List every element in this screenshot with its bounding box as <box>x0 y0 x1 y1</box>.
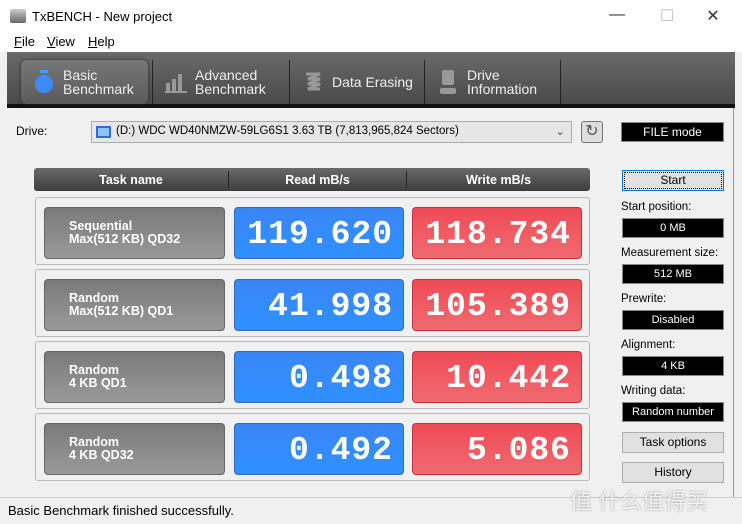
prewrite-label: Prewrite: <box>621 293 667 305</box>
measurement-size-field[interactable]: 512 MB <box>622 264 724 284</box>
toolbar: Basic Benchmark Advanced Benchmark Data Er… <box>7 52 735 108</box>
tab-drive-information[interactable]: Drive Information <box>425 60 560 104</box>
chevron-down-icon: ⌄ <box>555 126 565 138</box>
task-button[interactable]: Random 4 KB QD32 <box>44 423 225 475</box>
title-bar: TxBENCH - New project — ☐ ✕ <box>0 0 742 32</box>
app-icon <box>10 9 26 23</box>
header-write: Write mB/s <box>465 173 532 187</box>
menu-help[interactable]: Help <box>88 34 115 49</box>
start-position-field[interactable]: 0 MB <box>622 218 724 238</box>
header-read: Read mB/s <box>285 173 350 187</box>
task-button[interactable]: Random 4 KB QD1 <box>44 351 225 403</box>
write-value: 118.734 <box>412 207 582 259</box>
writing-data-field[interactable]: Random number <box>622 402 724 422</box>
tab-basic-benchmark[interactable]: Basic Benchmark <box>21 60 148 104</box>
alignment-field[interactable]: 4 KB <box>622 356 724 376</box>
read-value: 0.492 <box>234 423 404 475</box>
refresh-icon: ↻ <box>585 123 599 140</box>
task-button[interactable]: Random Max(512 KB) QD1 <box>44 279 225 331</box>
bar-chart-icon <box>165 69 187 95</box>
drive-icon <box>96 126 111 138</box>
read-value: 119.620 <box>234 207 404 259</box>
write-value: 5.086 <box>412 423 582 475</box>
header-task-name: Task name <box>99 173 163 187</box>
drive-label: Drive: <box>16 124 48 138</box>
tab-advanced-benchmark[interactable]: Advanced Benchmark <box>153 60 288 104</box>
eraser-icon <box>302 69 324 95</box>
menu-bar: File View Help <box>0 32 742 52</box>
drive-select[interactable]: (D:) WDC WD40NMZW-59LG6S1 3.63 TB (7,813… <box>91 121 572 143</box>
minimize-button[interactable]: — <box>602 6 632 26</box>
tab-data-erasing[interactable]: Data Erasing <box>290 60 423 104</box>
history-button[interactable]: History <box>622 462 724 483</box>
table-header: Task name Read mB/s Write mB/s <box>34 168 590 191</box>
mode-indicator: FILE mode <box>621 122 724 142</box>
menu-view[interactable]: View <box>47 34 75 49</box>
maximize-button[interactable]: ☐ <box>652 6 682 26</box>
task-button[interactable]: Sequential Max(512 KB) QD32 <box>44 207 225 259</box>
table-row: Random Max(512 KB) QD1 41.998 105.389 <box>35 269 590 337</box>
window-title: TxBENCH - New project <box>32 9 173 24</box>
measurement-size-label: Measurement size: <box>621 247 719 259</box>
drive-value: (D:) WDC WD40NMZW-59LG6S1 3.63 TB (7,813… <box>116 125 459 137</box>
alignment-label: Alignment: <box>621 339 676 351</box>
refresh-button[interactable]: ↻ <box>581 121 603 143</box>
close-button[interactable]: ✕ <box>698 6 728 26</box>
start-position-label: Start position: <box>621 201 692 213</box>
start-button[interactable]: Start <box>622 170 724 191</box>
table-row: Random 4 KB QD32 0.492 5.086 <box>35 413 590 481</box>
watermark: 值 什么值得买 <box>570 489 709 514</box>
read-value: 0.498 <box>234 351 404 403</box>
table-row: Sequential Max(512 KB) QD32 119.620 118.7… <box>35 197 590 265</box>
task-options-button[interactable]: Task options <box>622 432 724 453</box>
table-row: Random 4 KB QD1 0.498 10.442 <box>35 341 590 409</box>
drive-info-icon <box>437 69 459 95</box>
write-value: 10.442 <box>412 351 582 403</box>
prewrite-field[interactable]: Disabled <box>622 310 724 330</box>
stopwatch-icon <box>33 69 55 95</box>
menu-file[interactable]: File <box>14 34 35 49</box>
frame-divider <box>733 108 734 497</box>
read-value: 41.998 <box>234 279 404 331</box>
write-value: 105.389 <box>412 279 582 331</box>
writing-data-label: Writing data: <box>621 385 686 397</box>
